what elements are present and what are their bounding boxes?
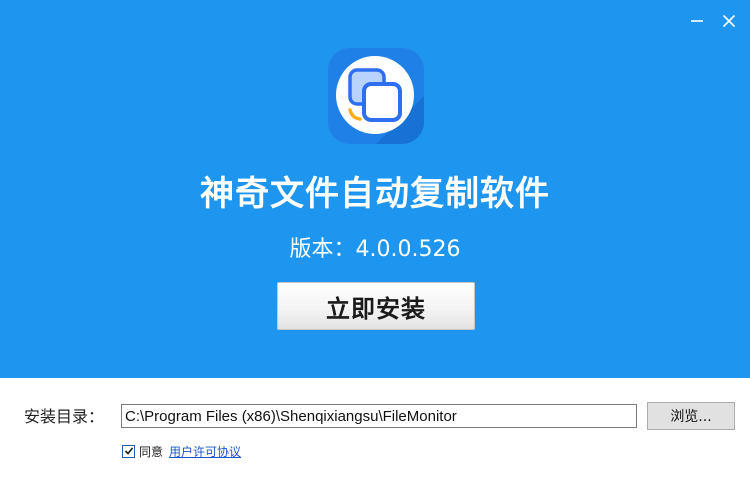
minimize-button[interactable] [684,8,710,34]
close-icon [722,14,736,28]
browse-button[interactable]: 浏览... [647,402,735,430]
close-button[interactable] [716,8,742,34]
installer-window: 神奇文件自动复制软件 版本：4.0.0.526 立即安装 安装目录： 浏览...… [0,0,750,480]
copy-squares-icon [336,56,424,144]
app-title: 神奇文件自动复制软件 [200,174,550,214]
checkmark-icon [124,447,133,455]
agree-label: 同意 [139,444,164,459]
install-now-button[interactable]: 立即安装 [277,282,475,330]
app-logo [328,48,424,144]
license-agreement-link[interactable]: 用户许可协议 [169,443,241,460]
install-dir-label: 安装目录： [24,407,105,426]
agree-checkbox[interactable] [122,444,135,458]
minimize-icon [691,20,703,22]
version-label: 版本：4.0.0.526 [289,237,461,262]
header-banner: 神奇文件自动复制软件 版本：4.0.0.526 立即安装 [0,0,750,378]
agreement-row: 同意 用户许可协议 [122,443,241,459]
install-dir-input[interactable] [121,404,637,428]
